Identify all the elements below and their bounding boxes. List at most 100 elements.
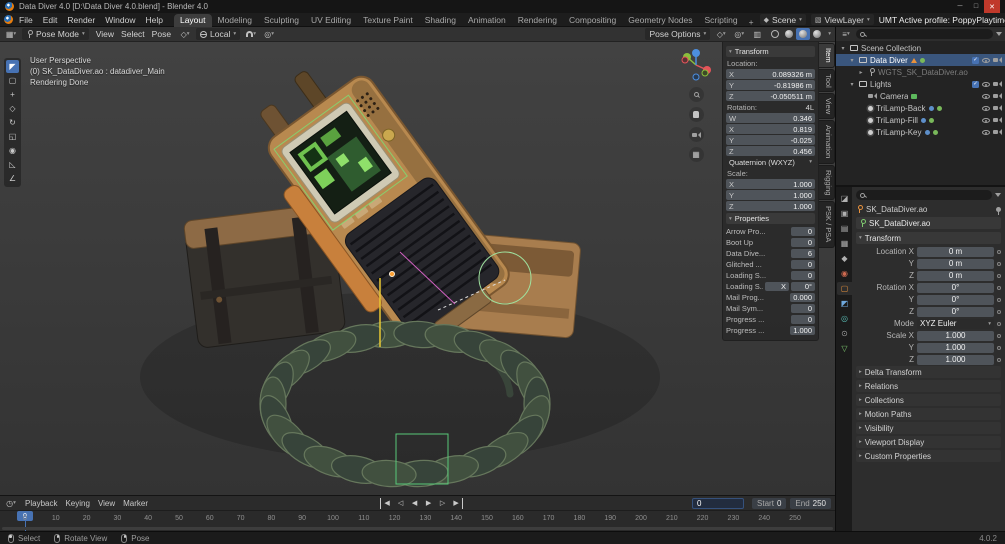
eye-icon[interactable] [982, 105, 990, 111]
transform-orientation-dropdown[interactable]: Local ▾ [196, 28, 241, 40]
workspace-tab-layout[interactable]: Layout [173, 13, 212, 27]
properties-tab-object-data[interactable]: ▽ [837, 342, 852, 355]
cursor-tool[interactable]: + [6, 88, 19, 101]
section-custom-properties[interactable]: ▸ Custom Properties [856, 450, 1001, 462]
animate-decorator[interactable] [997, 345, 1001, 350]
maximize-button[interactable]: □ [968, 0, 984, 13]
properties-search-input[interactable] [856, 190, 992, 200]
custom-property-value[interactable]: 0° [791, 281, 815, 291]
camera-icon[interactable] [868, 93, 877, 99]
custom-property-value[interactable]: X [765, 281, 789, 291]
n-panel-tab-animation[interactable]: Animation [819, 120, 835, 164]
jump-to-end-button[interactable]: ▶ [450, 497, 464, 509]
properties-tab-world[interactable]: ◉ [837, 267, 852, 280]
transform-rotation-y-field[interactable]: Y -0.025 [726, 135, 815, 145]
transform-location-x-field[interactable]: X 0.089326 m [726, 69, 815, 79]
show-overlays-toggle[interactable]: ◎ ▾ [732, 28, 746, 40]
section-collections[interactable]: ▸ Collections [856, 394, 1001, 406]
filter-icon[interactable] [995, 193, 1001, 197]
custom-property-value[interactable]: 0 [791, 226, 815, 236]
timeline-scrollbar[interactable] [2, 527, 833, 530]
shading-material-button[interactable] [796, 28, 811, 40]
annotate-tool[interactable]: ◺ [6, 158, 19, 171]
transform-scale-y-field[interactable]: Y 1.000 [726, 190, 815, 200]
properties-tab-output[interactable]: ▤ [837, 222, 852, 235]
tweak-select-tool[interactable]: ◤ [6, 60, 19, 73]
properties-tab-physics[interactable]: ◎ [837, 312, 852, 325]
filter-icon[interactable] [996, 32, 1002, 36]
properties-tab-modifiers[interactable]: ◩ [837, 297, 852, 310]
custom-property-value[interactable]: 6 [791, 248, 815, 258]
workspace-tab-modeling[interactable]: Modeling [212, 14, 259, 27]
transform-rotation-x-field[interactable]: X 0.819 [726, 124, 815, 134]
snap-toggle[interactable]: ▾ [244, 28, 258, 40]
transform-location-z-field[interactable]: Z -0.050511 m [726, 91, 815, 101]
viewport-menu-select[interactable]: Select [118, 29, 148, 39]
menu-window[interactable]: Window [100, 15, 140, 25]
axis-gizmo[interactable] [679, 48, 713, 82]
animate-decorator[interactable] [997, 285, 1001, 290]
workspace-tab-texture-paint[interactable]: Texture Paint [357, 14, 419, 27]
outliner-row[interactable]: TriLamp-Key [836, 126, 1005, 138]
measure-tool[interactable]: ∠ [6, 172, 19, 185]
eye-icon[interactable] [982, 81, 990, 87]
properties-tab-constraints[interactable]: ⊙ [837, 327, 852, 340]
transform-scale-x-field[interactable]: X 1.000 [726, 179, 815, 189]
property-value-field[interactable]: 1.000 [917, 342, 994, 353]
select-box-tool[interactable]: ▢ [6, 74, 19, 87]
workspace-tab-rendering[interactable]: Rendering [512, 14, 563, 27]
checkbox-icon[interactable]: ✓ [972, 56, 979, 64]
outliner-row[interactable]: ▾ Scene Collection [836, 42, 1005, 54]
property-value-field[interactable]: 0 m [917, 258, 994, 269]
expand-caret[interactable]: ▾ [839, 45, 847, 52]
rotation-lock-indicator[interactable]: 4L [806, 103, 814, 112]
animate-decorator[interactable] [997, 249, 1001, 254]
rotation-mode-dropdown[interactable]: Quaternion (WXYZ) ▾ [726, 157, 815, 167]
animate-decorator[interactable] [997, 261, 1001, 266]
expand-caret[interactable]: ▾ [848, 81, 856, 88]
workspace-tab-sculpting[interactable]: Sculpting [258, 14, 305, 27]
show-gizmo-toggle[interactable]: ◇ ▾ [714, 28, 728, 40]
outliner-row[interactable]: ▾ Lights ✓ [836, 78, 1005, 90]
property-value-field[interactable]: 1.000 [917, 354, 994, 365]
properties-tab-render[interactable]: ▣ [837, 207, 852, 220]
outliner-row[interactable]: Camera [836, 90, 1005, 102]
section-motion-paths[interactable]: ▸ Motion Paths [856, 408, 1001, 420]
frame-start-field[interactable]: Start 0 [752, 497, 787, 509]
transform-rotation-w-field[interactable]: W 0.346 [726, 113, 815, 123]
menu-file[interactable]: File [14, 15, 38, 25]
pin-icon[interactable] [996, 206, 1001, 215]
workspace-tab-uv-editing[interactable]: UV Editing [305, 14, 357, 27]
expand-caret[interactable]: ▾ [848, 57, 856, 64]
menu-render[interactable]: Render [62, 15, 100, 25]
property-value-field[interactable]: 0° [917, 294, 994, 305]
zoom-button[interactable] [688, 87, 704, 102]
timeline-menu-playback[interactable]: Playback [22, 499, 60, 508]
transform-location-y-field[interactable]: Y -0.81986 m [726, 80, 815, 90]
workspace-tab-shading[interactable]: Shading [419, 14, 462, 27]
proportional-editing-toggle[interactable]: ◎ ▾ [262, 28, 276, 40]
properties-tab-object[interactable]: ▢ [837, 282, 852, 295]
transform-section-header[interactable]: ▾ Transform [856, 232, 1001, 244]
viewport-menu-view[interactable]: View [93, 29, 117, 39]
workspace-tab-compositing[interactable]: Compositing [563, 14, 622, 27]
timeline-ruler[interactable]: 0 0 10 20 30 40 50 60 70 80 90 100 110 120 130 140 150 1… [0, 510, 835, 531]
properties-tab-view-layer[interactable]: ▦ [837, 237, 852, 250]
rotate-tool[interactable]: ↻ [6, 116, 19, 129]
custom-property-value[interactable]: 0 [791, 270, 815, 280]
menu-edit[interactable]: Edit [38, 15, 63, 25]
workspace-tab-animation[interactable]: Animation [462, 14, 512, 27]
eye-icon[interactable] [982, 117, 990, 123]
move-tool[interactable]: ◇ [6, 102, 19, 115]
close-button[interactable]: ✕ [984, 0, 1000, 13]
animate-decorator[interactable] [997, 333, 1001, 338]
properties-tab-tool[interactable]: ◪ [837, 192, 852, 205]
camera-icon[interactable] [993, 57, 1002, 63]
workspace-tab-geometry-nodes[interactable]: Geometry Nodes [622, 14, 698, 27]
outliner-row[interactable]: TriLamp-Fill [836, 114, 1005, 126]
expand-caret[interactable]: ▸ [857, 69, 865, 76]
shading-rendered-button[interactable] [810, 28, 824, 40]
transform-panel-header[interactable]: ▾ Transform [726, 46, 815, 57]
animate-decorator[interactable] [997, 309, 1001, 314]
camera-icon[interactable] [993, 93, 1002, 99]
